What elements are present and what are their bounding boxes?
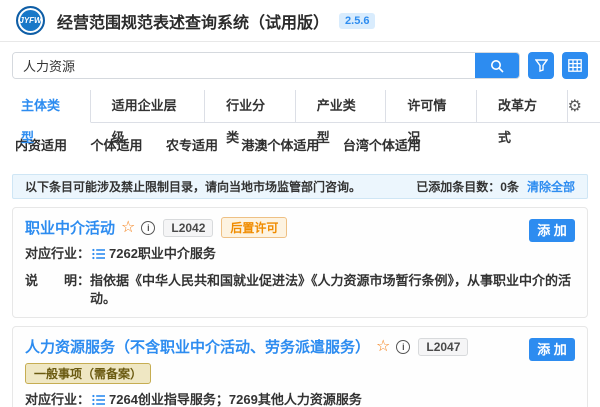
favorite-star-icon[interactable]: ☆ [376,339,390,355]
tab-reform-method[interactable]: 改革方式 [477,90,568,122]
list-icon[interactable] [92,393,105,407]
clear-all-link[interactable]: 清除全部 [527,178,575,195]
search-button[interactable] [475,53,519,78]
tab-industry-category[interactable]: 行业分类 [205,90,296,122]
search-input-group [12,52,520,79]
tab-industry-type[interactable]: 产业类型 [296,90,387,122]
add-button[interactable]: 添 加 [529,338,575,361]
entry-code-badge: L2042 [163,219,213,237]
table-grid-icon [568,59,582,72]
search-bar [12,52,588,79]
industry-value: 7264创业指导服务；7269其他人力资源服务 [109,391,362,407]
grid-view-button[interactable] [562,52,588,79]
added-count: 已添加条目数：0条 [416,178,519,195]
info-icon[interactable]: i [396,340,410,354]
filter-button[interactable] [528,52,554,79]
subtab-farm-coop[interactable]: 农专适用 [166,135,218,154]
filter-tabs: 主体类型 适用企业层级 行业分类 产业类型 许可情况 改革方式 ⚙ [0,90,600,123]
tab-subject-type[interactable]: 主体类型 [0,90,91,123]
add-button[interactable]: 添 加 [529,219,575,242]
list-icon[interactable] [92,247,105,265]
search-input[interactable] [13,53,475,78]
page-title: 经营范围规范表述查询系统（试用版） [57,9,329,33]
result-card: 人力资源服务（不含职业中介活动、劳务派遣服务） ☆ i L2047 添 加 一般… [12,326,588,407]
app-logo-icon: JYFW [16,6,45,35]
notice-text: 以下条目可能涉及禁止限制目录，请向当地市场监管部门咨询。 [25,178,361,195]
industry-label: 对应行业： [25,391,90,407]
app-header: JYFW 经营范围规范表述查询系统（试用版） 2.5.6 [0,0,600,42]
funnel-icon [535,59,548,72]
subtab-hk-macau-individual[interactable]: 港澳个体适用 [241,135,319,154]
general-item-tag: 一般事项（需备案） [25,363,151,384]
description-value: 指依据《中华人民共和国就业促进法》《人力资源市场暂行条例》，从事职业中介的活动。 [90,272,575,308]
settings-gear-icon[interactable]: ⚙ [568,90,600,122]
industry-label: 对应行业： [25,245,90,263]
result-card: 职业中介活动 ☆ i L2042 后置许可 添 加 对应行业： 7262职业中介… [12,207,588,318]
post-license-tag: 后置许可 [221,217,287,238]
favorite-star-icon[interactable]: ☆ [121,220,135,236]
tab-license-status[interactable]: 许可情况 [386,90,477,122]
version-badge: 2.5.6 [339,13,375,29]
tab-enterprise-level[interactable]: 适用企业层级 [91,90,205,122]
industry-value: 7262职业中介服务 [109,245,216,263]
search-icon [490,59,504,73]
description-label: 说 明： [25,272,90,290]
notice-bar: 以下条目可能涉及禁止限制目录，请向当地市场监管部门咨询。 已添加条目数：0条 清… [12,174,588,199]
entry-title-link[interactable]: 职业中介活动 [25,217,115,238]
info-icon[interactable]: i [141,221,155,235]
entry-code-badge: L2047 [418,338,468,356]
entry-title-link[interactable]: 人力资源服务（不含职业中介活动、劳务派遣服务） [25,336,370,357]
